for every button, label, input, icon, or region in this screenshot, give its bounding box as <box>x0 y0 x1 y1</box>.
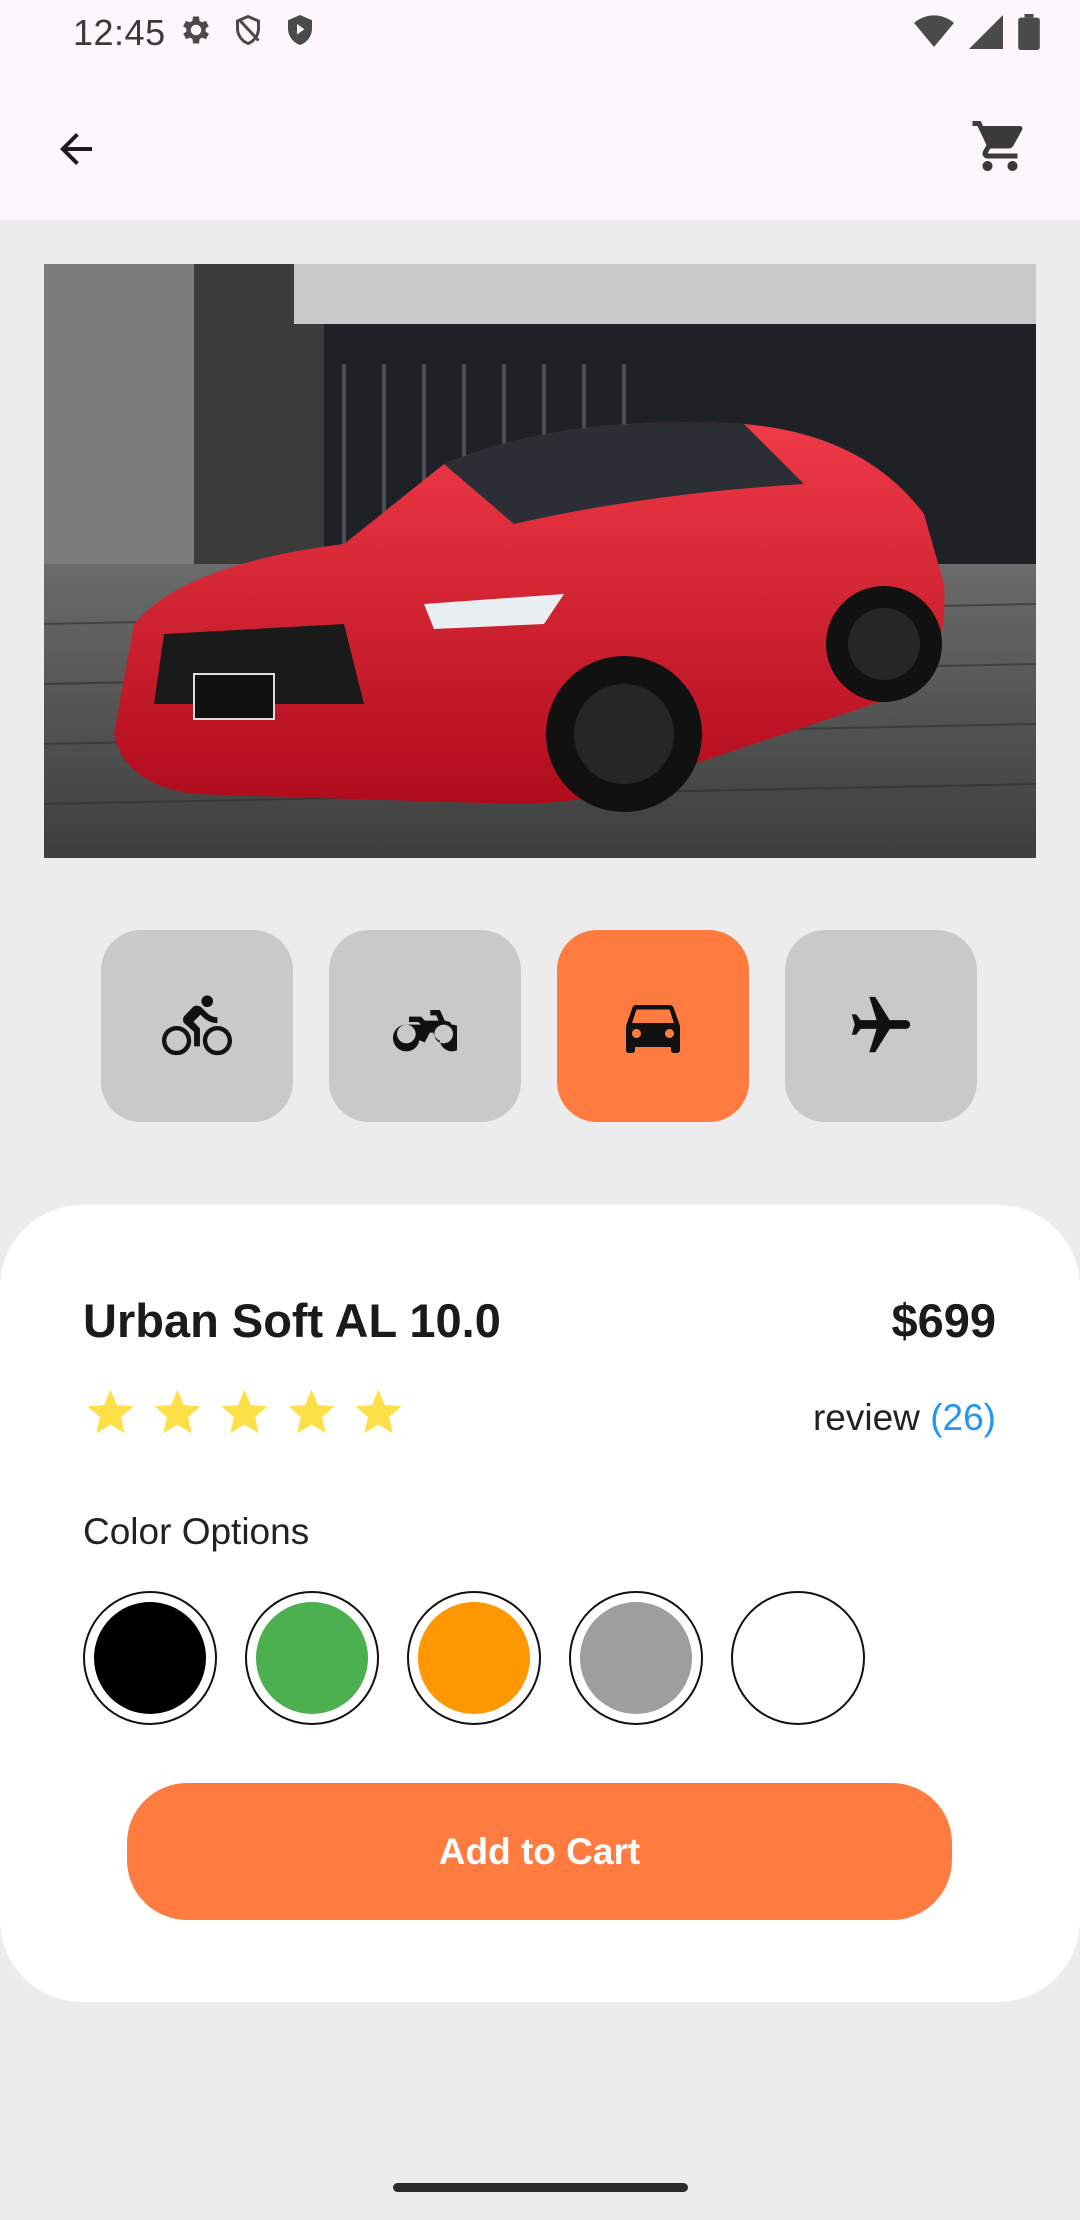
color-swatch-white[interactable] <box>731 1591 865 1725</box>
battery-icon <box>1018 14 1040 55</box>
color-options <box>83 1591 865 1725</box>
shield-icon <box>230 12 266 53</box>
signal-icon <box>968 15 1004 54</box>
product-image <box>44 264 1036 858</box>
motorcycle-icon <box>393 1010 457 1052</box>
home-indicator[interactable] <box>393 2183 688 2192</box>
review-count: (26) <box>930 1397 996 1438</box>
review-label: review <box>812 1397 920 1438</box>
add-to-cart-button[interactable]: Add to Cart <box>127 1783 952 1920</box>
color-swatch-orange[interactable] <box>407 1591 541 1725</box>
back-button[interactable] <box>40 113 112 185</box>
star-icon <box>154 1389 201 1434</box>
rating-stars <box>83 1385 406 1440</box>
category-car-button[interactable] <box>557 930 749 1122</box>
category-motorcycle-button[interactable] <box>329 930 521 1122</box>
product-detail-card: Urban Soft AL 10.0 $699 review (26) Colo… <box>0 1205 1080 2002</box>
car-icon <box>626 1005 680 1053</box>
star-icon <box>221 1389 268 1434</box>
color-options-label: Color Options <box>83 1511 310 1552</box>
category-bicycle-button[interactable] <box>101 930 293 1122</box>
status-time: 12:45 <box>73 12 166 53</box>
status-bar: 12:45 <box>0 0 1080 63</box>
status-left-icons <box>178 12 318 53</box>
product-title: Urban Soft AL 10.0 <box>83 1294 501 1347</box>
color-swatch-gray[interactable] <box>569 1591 703 1725</box>
status-right-icons <box>914 14 1040 55</box>
airplane-icon <box>851 996 911 1053</box>
settings-gear-icon <box>178 12 214 53</box>
star-icon <box>355 1389 402 1434</box>
product-price: $699 <box>891 1294 996 1347</box>
color-swatch-green[interactable] <box>245 1591 379 1725</box>
color-swatch-black[interactable] <box>83 1591 217 1725</box>
category-airplane-button[interactable] <box>785 930 977 1122</box>
bicycle-icon <box>162 995 232 1056</box>
review-link[interactable]: review (26) <box>813 1397 996 1439</box>
category-selector <box>101 930 977 1122</box>
star-icon <box>288 1389 335 1434</box>
arrow-back-icon <box>60 133 92 165</box>
wifi-icon <box>914 15 954 54</box>
star-icon <box>87 1389 134 1434</box>
cart-button[interactable] <box>960 106 1040 186</box>
play-shield-icon <box>282 12 318 53</box>
app-bar <box>0 63 1080 220</box>
shopping-cart-icon <box>972 121 1023 171</box>
